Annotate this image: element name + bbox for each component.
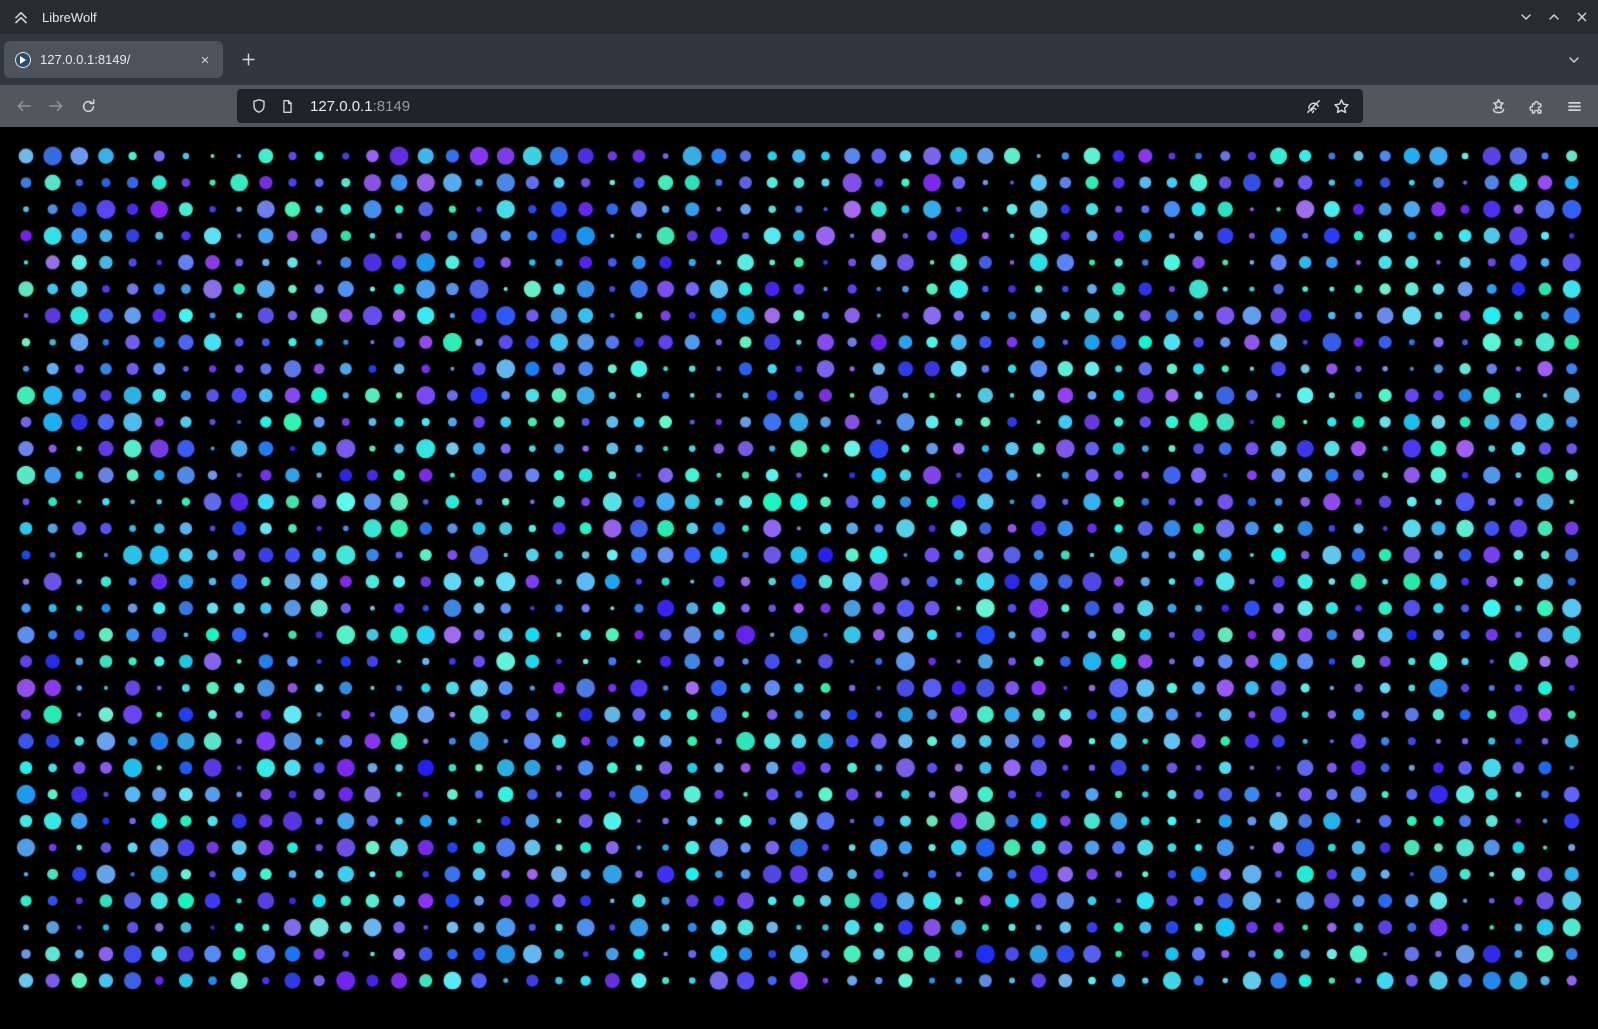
tab-title: 127.0.0.1:8149/	[40, 52, 193, 67]
navigation-toolbar: 127.0.0.1:8149	[0, 85, 1598, 127]
dot-grid-canvas	[0, 127, 1598, 1029]
list-all-tabs-button[interactable]	[1558, 44, 1590, 76]
new-tab-button[interactable]	[232, 44, 264, 76]
chevron-down-icon	[1518, 9, 1534, 25]
forward-button[interactable]	[40, 90, 72, 122]
close-icon	[1574, 9, 1590, 25]
tab-close-button[interactable]	[193, 48, 217, 72]
arrow-left-icon	[15, 97, 33, 115]
page-info-icon[interactable]	[273, 92, 301, 120]
window-titlebar: LibreWolf	[0, 0, 1598, 34]
browser-window: LibreWolf 127.0.0.1:8149/	[0, 0, 1598, 1029]
toolbar-right-icons	[1482, 90, 1590, 122]
url-port: :8149	[373, 98, 411, 115]
close-icon	[199, 54, 211, 66]
puzzle-piece-icon	[1528, 98, 1545, 115]
shield-icon[interactable]	[245, 92, 273, 120]
chevron-up-icon	[1546, 9, 1562, 25]
double-chevron-up-icon[interactable]	[12, 8, 30, 26]
window-close-button[interactable]	[1568, 3, 1596, 31]
hamburger-icon	[1566, 98, 1583, 115]
menu-button[interactable]	[1558, 90, 1590, 122]
bookmark-star-icon[interactable]	[1327, 92, 1355, 120]
url-text: 127.0.0.1:8149	[310, 98, 1299, 115]
window-maximize-button[interactable]	[1540, 3, 1568, 31]
page-favicon-icon	[15, 52, 31, 68]
arrow-right-icon	[47, 97, 65, 115]
fingerprint-protection-icon[interactable]	[1299, 92, 1327, 120]
reload-button[interactable]	[72, 90, 104, 122]
back-button[interactable]	[8, 90, 40, 122]
address-bar[interactable]: 127.0.0.1:8149	[237, 89, 1363, 123]
page-content	[0, 127, 1598, 1029]
extensions-button[interactable]	[1520, 90, 1552, 122]
tab-bar: 127.0.0.1:8149/	[0, 34, 1598, 85]
url-host: 127.0.0.1	[310, 98, 373, 115]
reload-icon	[80, 98, 97, 115]
window-minimize-button[interactable]	[1512, 3, 1540, 31]
chevron-down-icon	[1566, 52, 1582, 68]
browser-tab-active[interactable]: 127.0.0.1:8149/	[4, 41, 223, 78]
star-tray-icon	[1490, 98, 1507, 115]
app-title: LibreWolf	[42, 10, 97, 25]
bookmarks-tray-button[interactable]	[1482, 90, 1514, 122]
plus-icon	[240, 51, 257, 68]
